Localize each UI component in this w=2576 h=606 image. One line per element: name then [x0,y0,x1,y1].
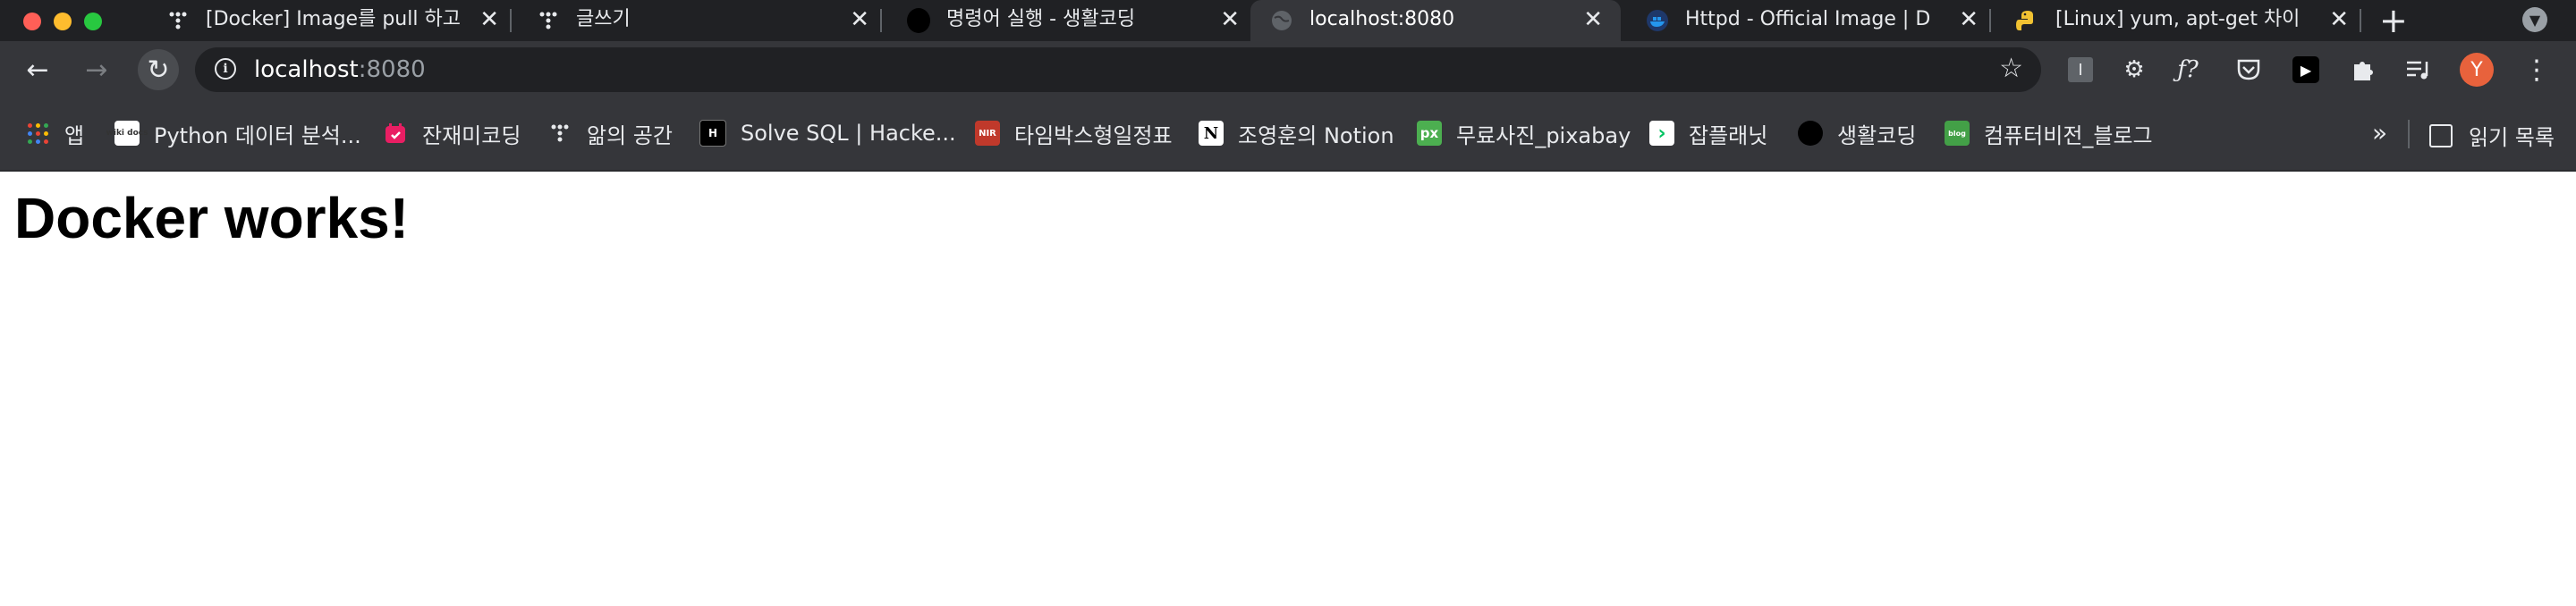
close-tab-icon[interactable]: ✕ [1959,8,1979,31]
reload-icon[interactable]: ↻ [138,49,179,90]
gear-extension-icon[interactable]: ⚙ [2120,55,2148,84]
reading-list-button[interactable]: 읽기 목록 [2429,120,2555,151]
forward-arrow-icon[interactable]: → [80,54,113,86]
close-tab-icon[interactable]: ✕ [1583,8,1603,31]
tab-separator [1989,9,1991,32]
bookmark-solve-sql-hackerrank[interactable]: H Solve SQL | Hacke... [699,120,956,147]
reading-list-label: 읽기 목록 [2469,125,2555,150]
tistory-dots-icon [547,121,572,146]
tab-title: 글쓰기 [576,8,631,30]
notion-icon: N [1199,121,1224,146]
blog-icon: blog [1945,121,1970,146]
window-maximize-button[interactable] [84,13,102,30]
bookmark-notion[interactable]: N 조영훈의 Notion [1199,120,1394,148]
tab-title: Httpd - Official Image | D [1685,8,1931,30]
extensions-puzzle-icon[interactable] [2349,55,2377,84]
tab-separator [880,9,882,32]
tab-command-execution[interactable]: 명령어 실행 - 생활코딩 ✕ [887,0,1258,41]
bookmark-label: 조영훈의 Notion [1238,122,1394,148]
reading-list-media-icon[interactable] [2404,55,2433,84]
bookmark-label: 잡플래닛 [1689,122,1768,148]
browser-toolbar: ← → ↻ i localhost:8080 ☆ I ⚙ ƒ? ▶ Y ⋮ [0,41,2576,98]
bookmark-apps[interactable]: 앱 [25,120,85,148]
python-icon [2016,9,2039,32]
bookmarks-divider [2408,120,2410,148]
window-minimize-button[interactable] [54,13,72,30]
url-text[interactable]: localhost:8080 [254,57,426,82]
close-tab-icon[interactable]: ✕ [2329,8,2349,31]
bookmark-pixabay[interactable]: px 무료사진_pixabay [1417,120,1631,148]
tab-write-post[interactable]: 글쓰기 ✕ [517,0,887,41]
bookmark-label: Solve SQL | Hacke... [741,121,956,146]
jobplanet-icon: › [1649,121,1674,146]
pixabay-icon: px [1417,121,1442,146]
new-tab-button[interactable]: + [2379,4,2408,38]
bookmark-opentutorials[interactable]: 생활코딩 [1798,120,1917,148]
site-info-icon[interactable]: i [215,58,236,80]
formula-extension-icon[interactable]: ƒ? [2174,55,2202,84]
play-extension-icon[interactable]: ▶ [2292,55,2320,84]
window-controls [23,13,102,30]
tab-separator [2360,9,2361,32]
nir-icon: NIR [975,121,1000,146]
bookmark-janjaemi-coding[interactable]: 잔재미코딩 [383,120,521,148]
black-circle-icon [1798,121,1823,146]
tab-linux-yum-apt[interactable]: [Linux] yum, apt-get 차이 ✕ [1996,0,2367,41]
bookmark-python-data-analysis[interactable]: wiki docs Python 데이터 분석... [106,120,361,148]
tab-title: [Docker] Image를 pull 하고 [206,8,461,30]
wikidocs-icon: wiki docs [106,121,148,146]
bookmark-label: 타임박스형일정표 [1014,122,1173,148]
menu-kebab-icon[interactable]: ⋮ [2522,55,2551,86]
tab-title: [Linux] yum, apt-get 차이 [2055,8,2301,30]
bookmark-label: 잔재미코딩 [422,122,521,148]
window-close-button[interactable] [23,13,41,30]
bookmark-label: 앎의 공간 [587,122,673,148]
hackerrank-icon: H [699,120,726,147]
tab-localhost[interactable]: localhost:8080 ✕ [1250,0,1621,41]
tab-title: 명령어 실행 - 생활코딩 [946,8,1136,30]
calendar-icon [383,121,408,146]
apps-grid-icon [25,121,50,146]
bookmark-computer-vision-blog[interactable]: blog 컴퓨터비전_블로그 [1945,120,2153,148]
close-tab-icon[interactable]: ✕ [479,8,499,31]
bookmark-jobplanet[interactable]: › 잡플래닛 [1649,120,1768,148]
extension-i-icon[interactable]: I [2066,55,2095,84]
bookmark-timebox-planner[interactable]: NIR 타임박스형일정표 [975,120,1173,148]
close-tab-icon[interactable]: ✕ [850,8,869,31]
bookmark-knowledge-space[interactable]: 앎의 공간 [547,120,673,148]
reading-list-icon [2429,123,2453,147]
page-content: Docker works! [0,172,2576,606]
tistory-dots-icon [537,9,560,32]
bookmark-star-icon[interactable]: ☆ [1999,55,2023,83]
bookmark-label: Python 데이터 분석... [154,122,361,148]
bookmarks-bar: 앱 wiki docs Python 데이터 분석... 잔재미코딩 앎의 공간… [0,98,2576,172]
globe-icon [1270,9,1293,32]
page-heading: Docker works! [14,186,410,250]
tab-strip: [Docker] Image를 pull 하고 ✕ 글쓰기 ✕ 명령어 실행 -… [0,0,2576,41]
back-arrow-icon[interactable]: ← [21,54,54,86]
profile-avatar[interactable]: Y [2460,53,2494,87]
close-tab-icon[interactable]: ✕ [1220,8,1240,31]
tab-title: localhost:8080 [1309,8,1455,30]
bookmark-label: 무료사진_pixabay [1456,122,1631,148]
bookmark-label: 앱 [64,122,85,148]
tab-separator [510,9,512,32]
bookmark-label: 컴퓨터비전_블로그 [1984,122,2153,148]
more-bookmarks-chevron-icon[interactable]: » [2372,118,2387,147]
tab-httpd-official-image[interactable]: Httpd - Official Image | D ✕ [1626,0,1996,41]
tistory-dots-icon [166,9,190,32]
pocket-icon[interactable] [2234,55,2263,84]
url-host: localhost [254,56,359,83]
url-port: :8080 [358,56,426,83]
address-bar[interactable]: i localhost:8080 ☆ [195,47,2041,92]
docker-whale-icon [1646,9,1669,32]
bookmark-label: 생활코딩 [1837,122,1917,148]
tab-docker-image-pull[interactable]: [Docker] Image를 pull 하고 ✕ [147,0,517,41]
tab-search-button[interactable]: ▼ [2522,7,2547,32]
black-circle-icon [907,8,930,33]
